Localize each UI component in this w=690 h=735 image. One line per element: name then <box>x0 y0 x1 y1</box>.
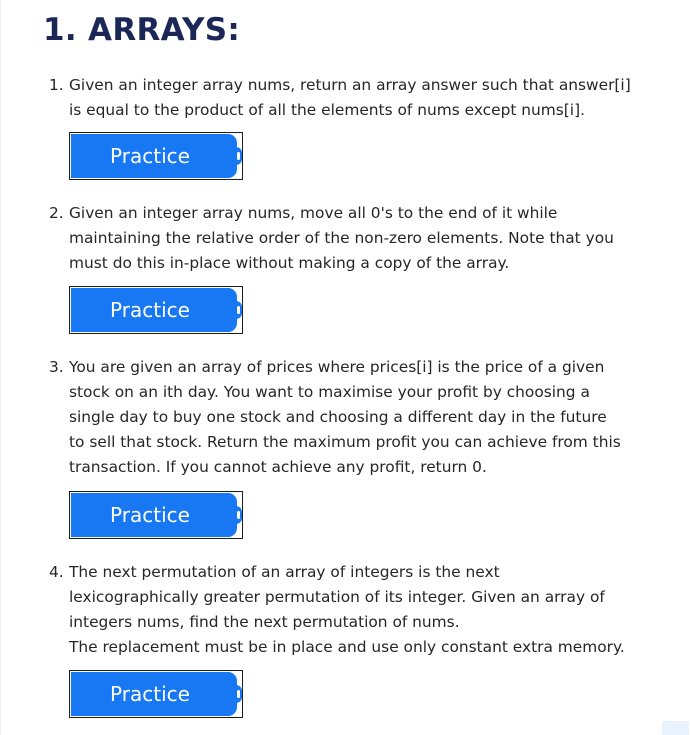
button-edge-dot <box>237 306 240 314</box>
problem-item-1: 1. Given an integer array nums, return a… <box>49 73 669 123</box>
problem-text: The next permutation of an array of inte… <box>69 563 625 656</box>
practice-button-4[interactable]: Practice <box>69 670 243 718</box>
practice-button-fill[interactable]: Practice <box>71 493 237 537</box>
practice-button-1[interactable]: Practice <box>69 132 243 180</box>
problem-text: Given an integer array nums, move all 0'… <box>69 204 614 272</box>
button-edge-dot <box>237 152 240 160</box>
practice-button-label: Practice <box>110 503 190 527</box>
section-title: 1. ARRAYS: <box>43 12 241 48</box>
practice-button-label: Practice <box>110 298 190 322</box>
practice-button-2[interactable]: Practice <box>69 286 243 334</box>
problem-number: 4. <box>49 563 64 581</box>
problem-item-2: 2. Given an integer array nums, move all… <box>49 201 669 276</box>
problem-text: Given an integer array nums, return an a… <box>69 76 631 119</box>
button-edge-dot <box>237 690 240 698</box>
practice-button-fill[interactable]: Practice <box>71 288 237 332</box>
problem-number: 2. <box>49 204 64 222</box>
practice-button-3[interactable]: Practice <box>69 491 243 539</box>
practice-button-fill[interactable]: Practice <box>71 134 237 178</box>
problem-item-4: 4. The next permutation of an array of i… <box>49 560 669 660</box>
practice-button-label: Practice <box>110 144 190 168</box>
problem-item-3: 3. You are given an array of prices wher… <box>49 355 669 480</box>
practice-button-label: Practice <box>110 682 190 706</box>
button-edge-dot <box>237 511 240 519</box>
problem-text: You are given an array of prices where p… <box>69 358 621 476</box>
scroll-to-top-chip[interactable] <box>662 721 689 735</box>
problem-number: 3. <box>49 358 64 376</box>
problem-number: 1. <box>49 76 64 94</box>
practice-button-fill[interactable]: Practice <box>71 672 237 716</box>
article-page: 1. ARRAYS: 1. Given an integer array num… <box>0 0 690 735</box>
